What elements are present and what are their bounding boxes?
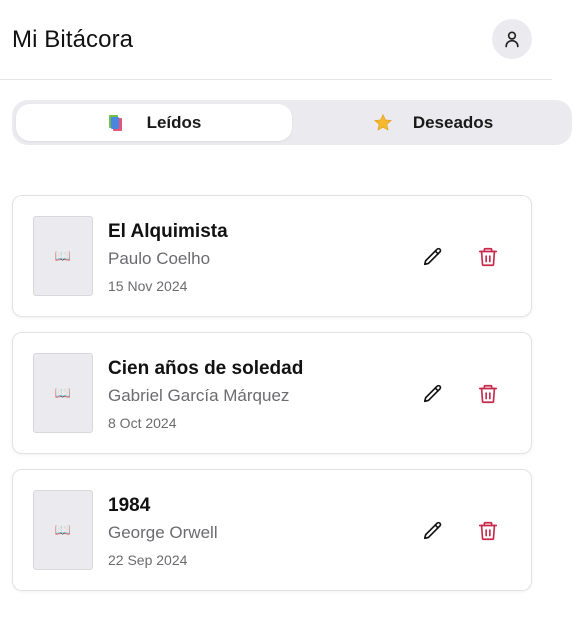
book-card: 📖 El Alquimista Paulo Coelho 15 Nov 2024 bbox=[12, 195, 532, 317]
book-date: 15 Nov 2024 bbox=[108, 278, 188, 294]
profile-button[interactable] bbox=[492, 19, 532, 59]
star-icon bbox=[373, 113, 393, 133]
book-cover: 📖 bbox=[33, 490, 93, 570]
books-icon bbox=[107, 114, 127, 132]
delete-button[interactable] bbox=[476, 382, 500, 406]
pencil-icon bbox=[422, 520, 444, 542]
book-icon: 📖 bbox=[54, 248, 72, 263]
trash-icon bbox=[477, 383, 499, 405]
delete-button[interactable] bbox=[476, 245, 500, 269]
pencil-icon bbox=[422, 246, 444, 268]
book-author: Paulo Coelho bbox=[108, 249, 211, 268]
trash-icon bbox=[477, 520, 499, 542]
book-author: Gabriel García Márquez bbox=[108, 386, 290, 405]
tab-deseados[interactable]: Deseados bbox=[298, 104, 568, 141]
tab-switcher: Leídos Deseados bbox=[12, 100, 572, 145]
edit-button[interactable] bbox=[421, 245, 445, 269]
book-title: 1984 bbox=[108, 495, 151, 516]
tab-leidos[interactable]: Leídos bbox=[16, 104, 292, 141]
book-date: 8 Oct 2024 bbox=[108, 415, 177, 431]
user-icon bbox=[502, 29, 522, 49]
book-title: El Alquimista bbox=[108, 221, 228, 242]
book-card: 📖 1984 George Orwell 22 Sep 2024 bbox=[12, 469, 532, 591]
book-title: Cien años de soledad bbox=[108, 358, 304, 379]
book-date: 22 Sep 2024 bbox=[108, 552, 188, 568]
app-header: Mi Bitácora bbox=[0, 0, 552, 80]
tab-leidos-label: Leídos bbox=[146, 112, 202, 132]
pencil-icon bbox=[422, 383, 444, 405]
book-icon: 📖 bbox=[54, 522, 72, 537]
edit-button[interactable] bbox=[421, 519, 445, 543]
book-author: George Orwell bbox=[108, 523, 218, 542]
trash-icon bbox=[477, 246, 499, 268]
book-card: 📖 Cien años de soledad Gabriel García Má… bbox=[12, 332, 532, 454]
book-cover: 📖 bbox=[33, 353, 93, 433]
delete-button[interactable] bbox=[476, 519, 500, 543]
edit-button[interactable] bbox=[421, 382, 445, 406]
tab-deseados-label: Deseados bbox=[412, 112, 494, 132]
book-cover: 📖 bbox=[33, 216, 93, 296]
page-title: Mi Bitácora bbox=[12, 26, 134, 53]
book-icon: 📖 bbox=[54, 385, 72, 400]
